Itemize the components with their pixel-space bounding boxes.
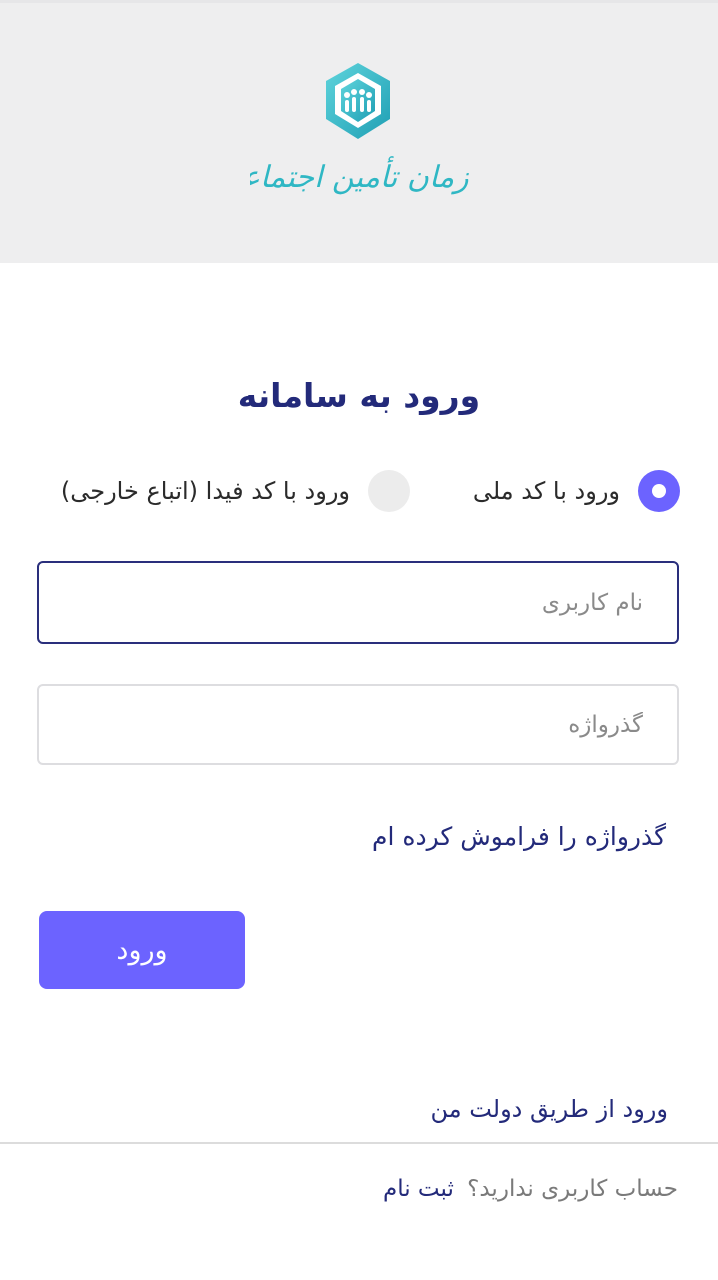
header: سازمان تأمین اجتماعی [0, 0, 718, 263]
username-field-wrapper [37, 561, 679, 644]
forgot-password-link[interactable]: گذرواژه را فراموش کرده ام [372, 822, 666, 851]
page-title: ورود به سامانه [237, 376, 481, 415]
no-account-text: حساب کاربری ندارید؟ [467, 1176, 678, 1202]
signup-link[interactable]: ثبت نام [383, 1176, 454, 1202]
radio-label: ورود با کد ملی [472, 477, 620, 505]
gov-login-link[interactable]: ورود از طریق دولت من [430, 1095, 668, 1123]
divider [0, 1142, 718, 1144]
radio-national-code[interactable]: ورود با کد ملی [473, 468, 680, 514]
login-button[interactable]: ورود [39, 911, 245, 989]
logo-wordmark: سازمان تأمین اجتماعی [250, 156, 470, 195]
signup-row: حساب کاربری ندارید؟ ثبت نام [383, 1176, 678, 1202]
radio-checked-icon[interactable] [638, 470, 680, 512]
password-input[interactable] [39, 686, 677, 763]
username-input[interactable] [39, 563, 677, 642]
password-field-wrapper [37, 684, 679, 765]
radio-unchecked-icon[interactable] [368, 470, 410, 512]
radio-fida-code[interactable]: ورود با کد فیدا (اتباع خارجی) [61, 468, 410, 514]
logo-emblem-icon [326, 63, 390, 139]
radio-label: ورود با کد فیدا (اتباع خارجی) [60, 477, 350, 505]
login-method-selector: ورود با کد ملی ورود با کد فیدا (اتباع خا… [0, 468, 718, 514]
svg-text:سازمان تأمین اجتماعی: سازمان تأمین اجتماعی [250, 156, 470, 195]
